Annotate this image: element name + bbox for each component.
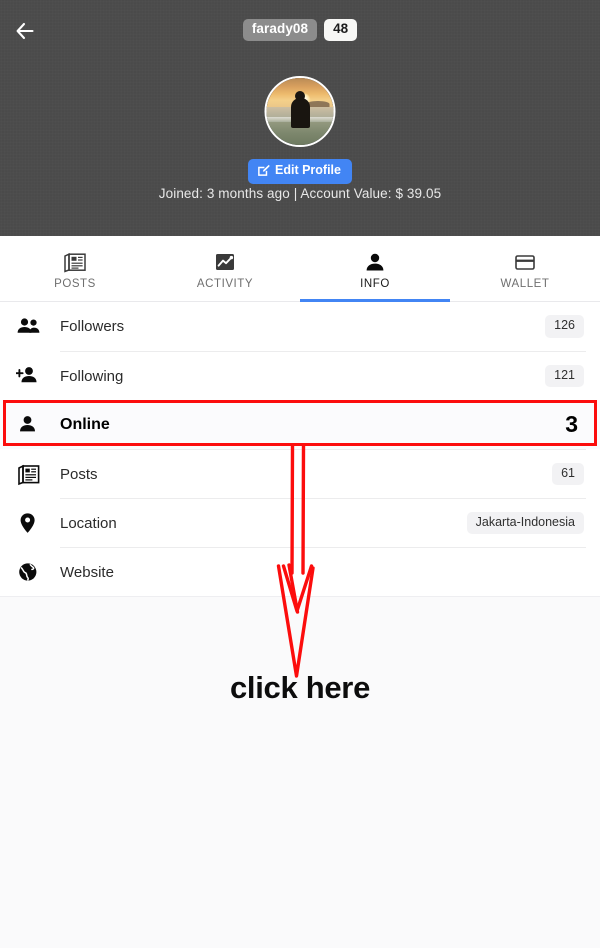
avatar-silhouette — [290, 90, 310, 128]
header-badges: farady08 48 — [0, 19, 600, 41]
location-pin-icon — [16, 511, 60, 535]
info-row-online[interactable]: Online 3 — [0, 400, 600, 449]
info-row-value: 126 — [545, 315, 584, 338]
click-here-label: click here — [229, 670, 371, 705]
profile-header: farady08 48 Edit Profile Joined: 3 month… — [0, 0, 600, 236]
profile-screen: farady08 48 Edit Profile Joined: 3 month… — [0, 0, 600, 948]
info-row-label: Website — [60, 563, 114, 581]
avatar-hill — [306, 100, 330, 107]
avatar[interactable] — [264, 76, 336, 147]
info-row-body: Posts 61 — [60, 449, 586, 498]
person-icon — [16, 414, 60, 436]
avatar-silhouette-head — [295, 90, 305, 101]
tab-info[interactable]: INFO — [300, 236, 450, 302]
info-row-following[interactable]: Following 121 — [0, 351, 600, 400]
info-row-label: Location — [60, 514, 117, 532]
info-row-label: Following — [60, 367, 124, 385]
info-row-label: Posts — [60, 465, 98, 483]
avatar-image — [266, 78, 334, 145]
info-row-label: Followers — [60, 318, 125, 335]
tab-posts[interactable]: POSTS — [0, 236, 150, 301]
info-row-body: Followers 126 — [60, 302, 586, 351]
info-row-followers[interactable]: Followers 126 — [0, 302, 600, 351]
info-row-body: Location Jakarta-Indonesia — [60, 498, 586, 547]
info-row-posts[interactable]: Posts 61 — [0, 449, 600, 498]
tab-posts-label: POSTS — [54, 278, 96, 290]
person-add-icon — [16, 365, 60, 387]
info-row-value: Jakarta-Indonesia — [466, 511, 584, 535]
info-row-body: Online 3 — [60, 400, 586, 449]
edit-profile-label: Edit Profile — [275, 163, 341, 177]
globe-icon — [16, 560, 60, 584]
tab-wallet-label: WALLET — [500, 278, 550, 290]
reputation-badge[interactable]: 48 — [324, 19, 358, 41]
tab-bar: POSTS ACTIVITY INFO WALLET — [0, 236, 600, 302]
tab-wallet[interactable]: WALLET — [450, 236, 600, 301]
info-row-location[interactable]: Location Jakarta-Indonesia — [0, 498, 600, 547]
edit-pencil-icon — [257, 164, 270, 177]
newspaper-icon — [16, 462, 60, 486]
info-row-value: 61 — [552, 462, 584, 486]
username-badge[interactable]: farady08 — [242, 19, 318, 41]
newspaper-icon — [63, 251, 87, 273]
info-row-website[interactable]: Website — [0, 547, 600, 596]
info-row-value: 121 — [545, 364, 584, 388]
tab-activity-label: ACTIVITY — [196, 278, 254, 290]
info-row-label: Online — [60, 415, 110, 433]
info-list: Followers 126 Following 121 Online 3 Pos… — [0, 302, 600, 597]
person-icon — [363, 251, 387, 273]
card-icon — [513, 251, 537, 273]
tab-activity[interactable]: ACTIVITY — [150, 236, 300, 301]
edit-profile-button[interactable]: Edit Profile — [248, 159, 352, 184]
info-row-value: 3 — [565, 411, 578, 437]
tab-info-label: INFO — [360, 278, 390, 290]
people-icon — [16, 316, 60, 338]
chart-icon — [213, 251, 237, 273]
info-row-body: Following 121 — [60, 351, 586, 400]
info-row-body: Website — [60, 547, 586, 596]
account-meta-line: Joined: 3 months ago | Account Value: $ … — [158, 186, 442, 201]
